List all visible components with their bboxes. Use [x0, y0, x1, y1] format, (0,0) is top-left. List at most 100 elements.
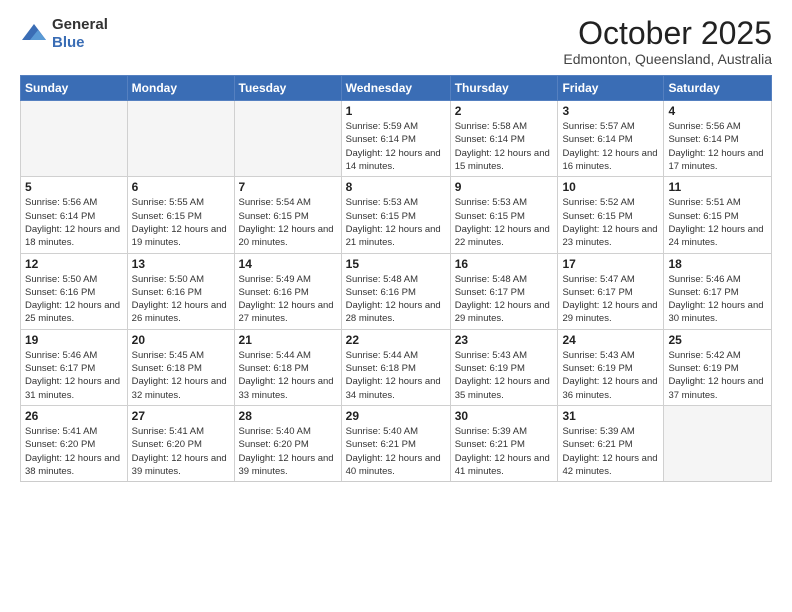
calendar-week-3: 12 Sunrise: 5:50 AM Sunset: 6:16 PM Dayli…	[21, 253, 772, 329]
day-number: 2	[455, 104, 554, 118]
logo-general: General	[52, 16, 108, 33]
logo-icon	[20, 22, 48, 46]
day-number: 12	[25, 257, 123, 271]
day-number: 26	[25, 409, 123, 423]
calendar-cell: 21 Sunrise: 5:44 AM Sunset: 6:18 PM Dayli…	[234, 329, 341, 405]
calendar-cell: 17Sunrise: 5:47 AM Sunset: 6:17 PM Dayli…	[558, 253, 664, 329]
day-info: Sunrise: 5:43 AM Sunset: 6:19 PM Dayligh…	[562, 349, 659, 402]
col-thursday: Thursday	[450, 76, 558, 101]
calendar-cell: 31Sunrise: 5:39 AM Sunset: 6:21 PM Dayli…	[558, 405, 664, 481]
calendar: Sunday Monday Tuesday Wednesday Thursday…	[20, 75, 772, 482]
calendar-cell: 1 Sunrise: 5:59 AM Sunset: 6:14 PM Daylig…	[341, 101, 450, 177]
day-number: 19	[25, 333, 123, 347]
day-number: 29	[346, 409, 446, 423]
day-number: 18	[668, 257, 767, 271]
header: General Blue October 2025 Edmonton, Quee…	[20, 16, 772, 67]
calendar-cell	[127, 101, 234, 177]
calendar-cell: 27Sunrise: 5:41 AM Sunset: 6:20 PM Dayli…	[127, 405, 234, 481]
calendar-cell: 20 Sunrise: 5:45 AM Sunset: 6:18 PM Dayli…	[127, 329, 234, 405]
day-info: Sunrise: 5:56 AM Sunset: 6:14 PM Dayligh…	[668, 120, 767, 173]
logo-text: General Blue	[52, 16, 108, 52]
col-saturday: Saturday	[664, 76, 772, 101]
calendar-cell: 16Sunrise: 5:48 AM Sunset: 6:17 PM Dayli…	[450, 253, 558, 329]
calendar-week-1: 1 Sunrise: 5:59 AM Sunset: 6:14 PM Daylig…	[21, 101, 772, 177]
day-info: Sunrise: 5:39 AM Sunset: 6:21 PM Dayligh…	[455, 425, 554, 478]
day-info: Sunrise: 5:51 AM Sunset: 6:15 PM Dayligh…	[668, 196, 767, 249]
calendar-cell: 10Sunrise: 5:52 AM Sunset: 6:15 PM Dayli…	[558, 177, 664, 253]
day-info: Sunrise: 5:45 AM Sunset: 6:18 PM Dayligh…	[132, 349, 230, 402]
day-info: Sunrise: 5:40 AM Sunset: 6:20 PM Dayligh…	[239, 425, 337, 478]
col-tuesday: Tuesday	[234, 76, 341, 101]
calendar-cell: 5 Sunrise: 5:56 AM Sunset: 6:14 PM Daylig…	[21, 177, 128, 253]
calendar-week-2: 5 Sunrise: 5:56 AM Sunset: 6:14 PM Daylig…	[21, 177, 772, 253]
calendar-cell	[664, 405, 772, 481]
day-number: 27	[132, 409, 230, 423]
calendar-cell: 26 Sunrise: 5:41 AM Sunset: 6:20 PM Dayli…	[21, 405, 128, 481]
page: General Blue October 2025 Edmonton, Quee…	[0, 0, 792, 612]
day-number: 21	[239, 333, 337, 347]
calendar-cell: 29 Sunrise: 5:40 AM Sunset: 6:21 PM Dayli…	[341, 405, 450, 481]
col-friday: Friday	[558, 76, 664, 101]
col-sunday: Sunday	[21, 76, 128, 101]
calendar-cell: 23 Sunrise: 5:43 AM Sunset: 6:19 PM Dayli…	[450, 329, 558, 405]
calendar-cell: 24 Sunrise: 5:43 AM Sunset: 6:19 PM Dayli…	[558, 329, 664, 405]
day-info: Sunrise: 5:55 AM Sunset: 6:15 PM Dayligh…	[132, 196, 230, 249]
logo-blue: Blue	[52, 34, 85, 51]
calendar-cell: 8Sunrise: 5:53 AM Sunset: 6:15 PM Daylig…	[341, 177, 450, 253]
day-info: Sunrise: 5:40 AM Sunset: 6:21 PM Dayligh…	[346, 425, 446, 478]
calendar-cell: 9 Sunrise: 5:53 AM Sunset: 6:15 PM Daylig…	[450, 177, 558, 253]
col-monday: Monday	[127, 76, 234, 101]
day-number: 30	[455, 409, 554, 423]
day-number: 15	[346, 257, 446, 271]
day-info: Sunrise: 5:46 AM Sunset: 6:17 PM Dayligh…	[25, 349, 123, 402]
calendar-cell: 4Sunrise: 5:56 AM Sunset: 6:14 PM Daylig…	[664, 101, 772, 177]
day-number: 16	[455, 257, 554, 271]
day-number: 1	[346, 104, 446, 118]
day-info: Sunrise: 5:44 AM Sunset: 6:18 PM Dayligh…	[239, 349, 337, 402]
day-info: Sunrise: 5:54 AM Sunset: 6:15 PM Dayligh…	[239, 196, 337, 249]
day-info: Sunrise: 5:59 AM Sunset: 6:14 PM Dayligh…	[346, 120, 446, 173]
day-info: Sunrise: 5:46 AM Sunset: 6:17 PM Dayligh…	[668, 273, 767, 326]
day-info: Sunrise: 5:44 AM Sunset: 6:18 PM Dayligh…	[346, 349, 446, 402]
day-info: Sunrise: 5:48 AM Sunset: 6:16 PM Dayligh…	[346, 273, 446, 326]
calendar-cell: 22 Sunrise: 5:44 AM Sunset: 6:18 PM Dayli…	[341, 329, 450, 405]
calendar-week-4: 19 Sunrise: 5:46 AM Sunset: 6:17 PM Dayli…	[21, 329, 772, 405]
day-number: 24	[562, 333, 659, 347]
calendar-cell: 6 Sunrise: 5:55 AM Sunset: 6:15 PM Daylig…	[127, 177, 234, 253]
calendar-cell	[21, 101, 128, 177]
day-info: Sunrise: 5:50 AM Sunset: 6:16 PM Dayligh…	[132, 273, 230, 326]
col-wednesday: Wednesday	[341, 76, 450, 101]
day-number: 20	[132, 333, 230, 347]
day-number: 17	[562, 257, 659, 271]
day-number: 3	[562, 104, 659, 118]
day-info: Sunrise: 5:53 AM Sunset: 6:15 PM Dayligh…	[455, 196, 554, 249]
day-number: 22	[346, 333, 446, 347]
calendar-week-5: 26 Sunrise: 5:41 AM Sunset: 6:20 PM Dayli…	[21, 405, 772, 481]
day-number: 28	[239, 409, 337, 423]
day-info: Sunrise: 5:56 AM Sunset: 6:14 PM Dayligh…	[25, 196, 123, 249]
calendar-cell: 7Sunrise: 5:54 AM Sunset: 6:15 PM Daylig…	[234, 177, 341, 253]
day-number: 23	[455, 333, 554, 347]
day-number: 6	[132, 180, 230, 194]
day-number: 8	[346, 180, 446, 194]
calendar-cell: 14Sunrise: 5:49 AM Sunset: 6:16 PM Dayli…	[234, 253, 341, 329]
day-number: 5	[25, 180, 123, 194]
calendar-cell: 25Sunrise: 5:42 AM Sunset: 6:19 PM Dayli…	[664, 329, 772, 405]
calendar-cell: 19 Sunrise: 5:46 AM Sunset: 6:17 PM Dayli…	[21, 329, 128, 405]
calendar-cell: 18 Sunrise: 5:46 AM Sunset: 6:17 PM Dayli…	[664, 253, 772, 329]
day-number: 25	[668, 333, 767, 347]
day-number: 9	[455, 180, 554, 194]
day-info: Sunrise: 5:58 AM Sunset: 6:14 PM Dayligh…	[455, 120, 554, 173]
day-info: Sunrise: 5:43 AM Sunset: 6:19 PM Dayligh…	[455, 349, 554, 402]
calendar-body: 1 Sunrise: 5:59 AM Sunset: 6:14 PM Daylig…	[21, 101, 772, 482]
day-info: Sunrise: 5:41 AM Sunset: 6:20 PM Dayligh…	[25, 425, 123, 478]
logo: General Blue	[20, 16, 108, 52]
calendar-cell: 12Sunrise: 5:50 AM Sunset: 6:16 PM Dayli…	[21, 253, 128, 329]
calendar-cell: 13Sunrise: 5:50 AM Sunset: 6:16 PM Dayli…	[127, 253, 234, 329]
day-number: 14	[239, 257, 337, 271]
calendar-cell: 3 Sunrise: 5:57 AM Sunset: 6:14 PM Daylig…	[558, 101, 664, 177]
day-info: Sunrise: 5:57 AM Sunset: 6:14 PM Dayligh…	[562, 120, 659, 173]
month-title: October 2025	[563, 16, 772, 51]
weekday-header-row: Sunday Monday Tuesday Wednesday Thursday…	[21, 76, 772, 101]
location-title: Edmonton, Queensland, Australia	[563, 51, 772, 67]
